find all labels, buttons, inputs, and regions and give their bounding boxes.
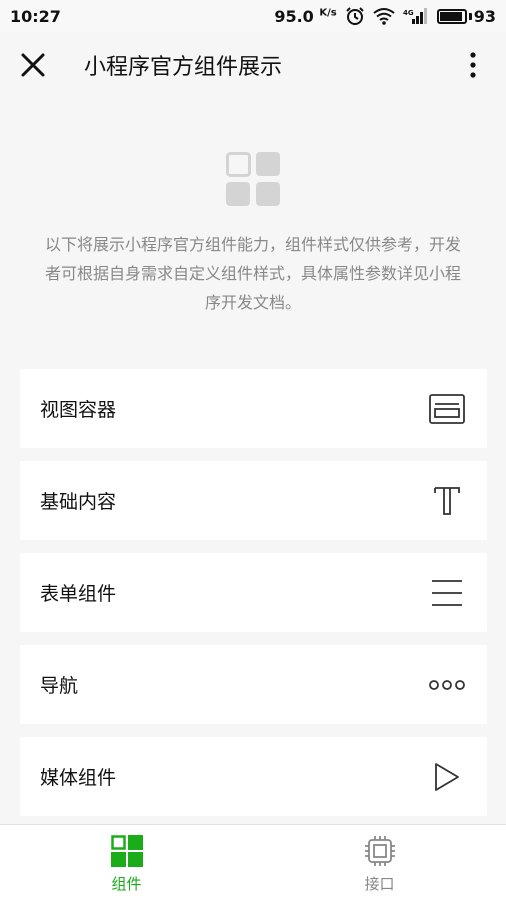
battery-tip xyxy=(468,12,472,20)
alarm-icon xyxy=(346,7,364,25)
wifi-icon xyxy=(373,8,395,25)
network-speed-unit: K/s xyxy=(319,7,337,19)
battery-icon xyxy=(436,8,467,24)
lines-icon xyxy=(427,573,467,613)
menu-item-label: 表单组件 xyxy=(40,583,117,605)
component-grid-logo xyxy=(226,152,280,206)
play-icon xyxy=(427,757,467,797)
more-vertical-icon xyxy=(470,52,476,78)
battery-level: 93 xyxy=(473,6,496,26)
menu-item-form-components[interactable]: 表单组件 xyxy=(20,553,487,632)
status-indicators: 95.0 K/s 4G 93 xyxy=(274,6,496,26)
menu-item-label: 媒体组件 xyxy=(40,767,117,789)
status-time: 10:27 xyxy=(10,6,61,26)
intro-description: 以下将展示小程序官方组件能力，组件样式仅供参考，开发者可根据自身需求自定义组件样… xyxy=(44,235,461,312)
tab-apis[interactable]: 接口 xyxy=(253,825,506,900)
menu-item-view-container[interactable]: 视图容器 xyxy=(20,369,487,448)
signal-icon: 4G xyxy=(403,8,427,24)
close-button[interactable] xyxy=(0,32,66,98)
text-t-icon xyxy=(427,481,467,521)
battery-indicator: 93 xyxy=(436,6,496,26)
page-title: 小程序官方组件展示 xyxy=(84,55,283,80)
component-menu: 视图容器 基础内容 表单组件 导航 媒体组件 xyxy=(20,369,487,829)
navigation-bar: 小程序官方组件展示 xyxy=(0,32,506,98)
dots-icon xyxy=(427,665,467,705)
network-speed: 95.0 K/s xyxy=(274,7,336,26)
status-bar: 10:27 95.0 K/s 4G 93 xyxy=(0,0,506,32)
close-icon xyxy=(21,53,45,77)
svg-text:4G: 4G xyxy=(403,9,414,17)
view-container-icon xyxy=(427,389,467,429)
menu-item-label: 基础内容 xyxy=(40,491,117,513)
network-speed-value: 95.0 xyxy=(274,6,314,26)
menu-item-navigation[interactable]: 导航 xyxy=(20,645,487,724)
menu-item-basic-content[interactable]: 基础内容 xyxy=(20,461,487,540)
page-header: 以下将展示小程序官方组件能力，组件样式仅供参考，开发者可根据自身需求自定义组件样… xyxy=(0,98,506,358)
chip-icon xyxy=(364,836,395,866)
tab-label: 组件 xyxy=(111,875,142,893)
menu-item-label: 视图容器 xyxy=(40,399,117,421)
components-grid-icon xyxy=(110,835,143,867)
menu-item-media-components[interactable]: 媒体组件 xyxy=(20,737,487,816)
menu-item-label: 导航 xyxy=(40,675,79,697)
tab-label: 接口 xyxy=(364,875,395,893)
bottom-tab-bar: 组件 接口 xyxy=(0,824,506,900)
tab-components[interactable]: 组件 xyxy=(0,825,253,900)
more-button[interactable] xyxy=(440,32,506,98)
